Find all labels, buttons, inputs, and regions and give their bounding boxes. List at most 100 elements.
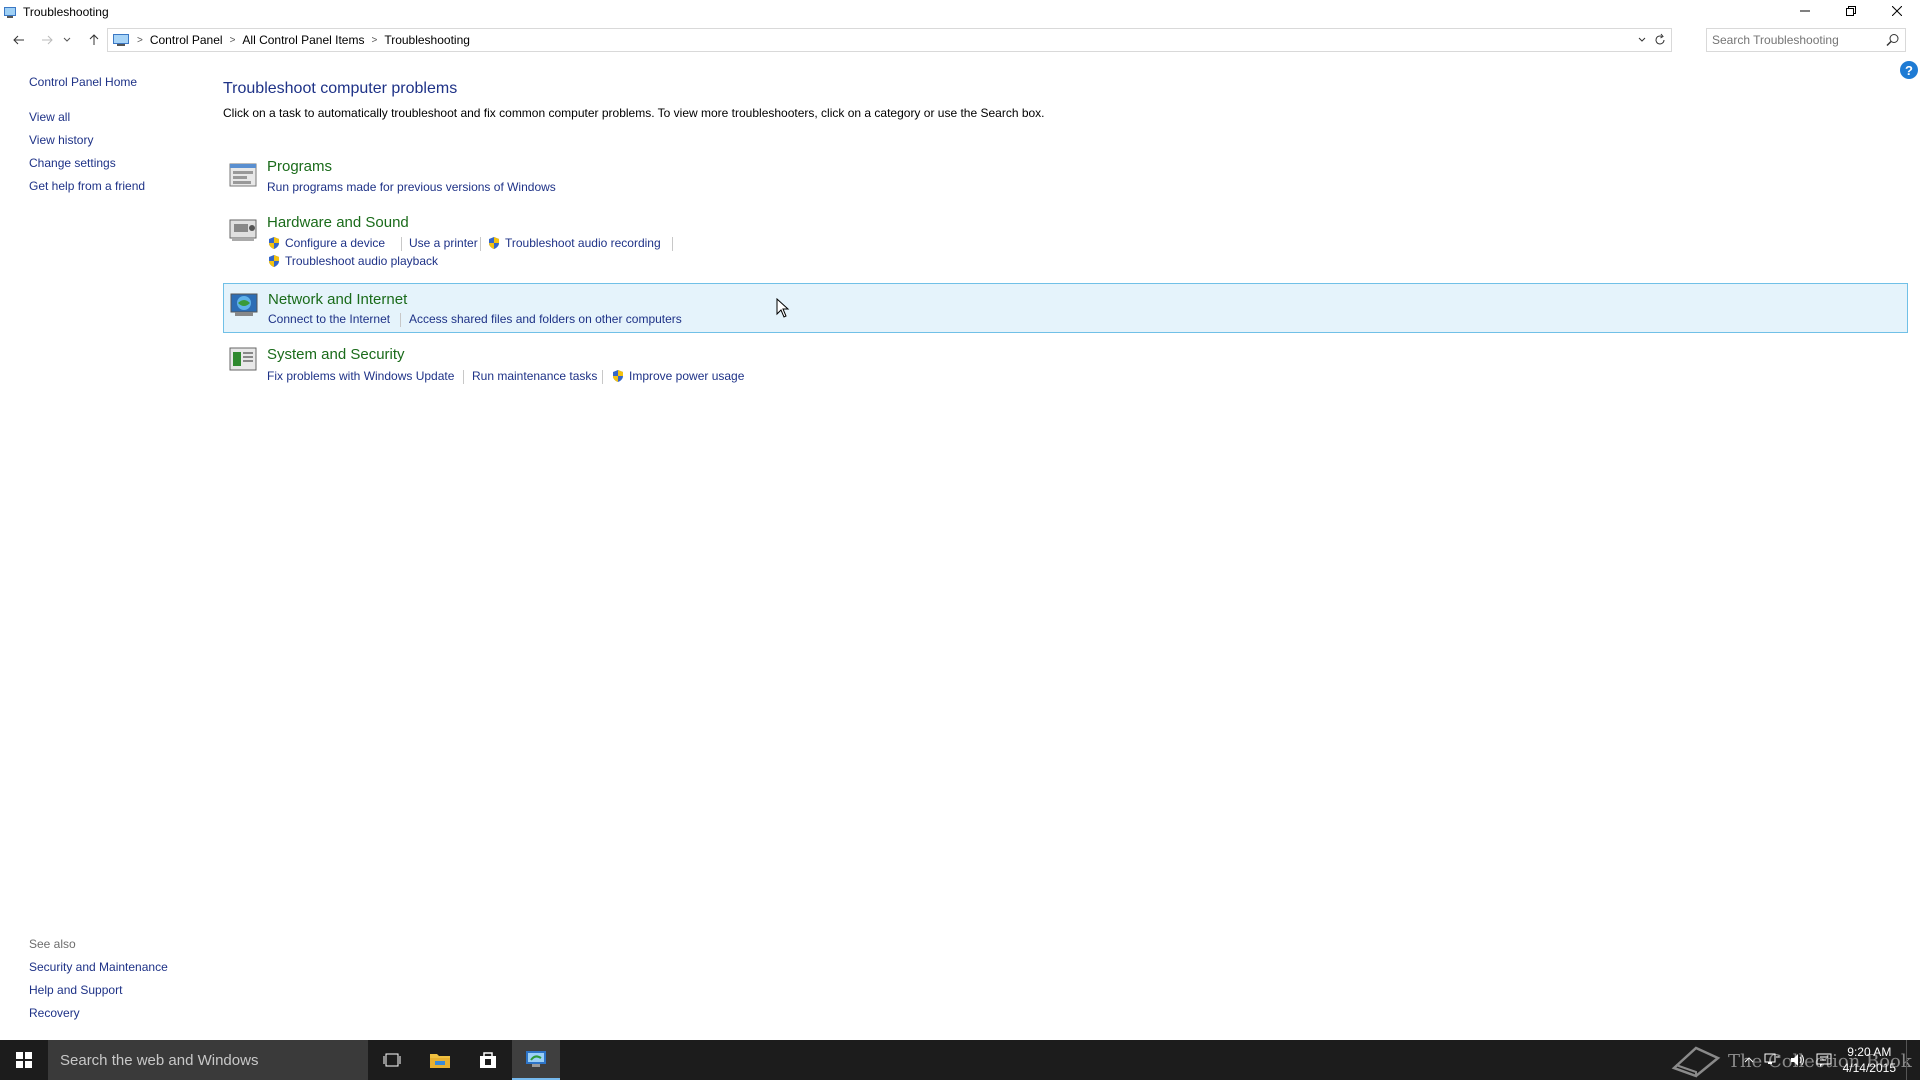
category-system-and-security[interactable]: System and Security Fix problems with Wi… [223, 342, 1908, 392]
close-icon [1892, 6, 1902, 16]
up-button[interactable] [83, 29, 105, 51]
left-pane: Control Panel Home View all View history… [0, 60, 210, 1040]
window-title: Troubleshooting [23, 4, 109, 19]
view-all-link[interactable]: View all [29, 110, 70, 124]
category-title[interactable]: Hardware and Sound [267, 214, 409, 231]
task-link[interactable]: Troubleshoot audio playback [267, 254, 438, 268]
windows-logo-icon [16, 1052, 32, 1068]
up-arrow-icon [89, 34, 99, 45]
minimize-icon [1800, 10, 1810, 12]
start-button[interactable] [0, 1040, 48, 1080]
forward-button[interactable] [36, 29, 58, 51]
task-link[interactable]: Use a printer [403, 236, 478, 250]
control-panel-icon [526, 1051, 546, 1067]
recovery-link[interactable]: Recovery [29, 1006, 80, 1020]
mouse-cursor-icon [776, 298, 790, 318]
task-link[interactable]: Run maintenance tasks [472, 369, 597, 383]
divider [400, 313, 401, 327]
breadcrumb-control-panel[interactable]: Control Panel [150, 33, 223, 47]
security-and-maintenance-link[interactable]: Security and Maintenance [29, 960, 168, 974]
breadcrumb-separator: > [371, 34, 378, 46]
network-and-internet-icon [230, 293, 258, 316]
file-explorer-button[interactable] [416, 1040, 464, 1080]
task-label[interactable]: Troubleshoot audio playback [285, 254, 438, 268]
control-panel-home-link[interactable]: Control Panel Home [29, 75, 137, 89]
category-title[interactable]: Network and Internet [268, 291, 407, 308]
category-programs[interactable]: Programs Run programs made for previous … [223, 154, 1908, 200]
uac-shield-icon [613, 370, 623, 382]
category-title[interactable]: System and Security [267, 346, 405, 363]
breadcrumb-troubleshooting[interactable]: Troubleshooting [384, 33, 470, 47]
help-icon[interactable]: ? [1900, 61, 1918, 79]
close-button[interactable] [1874, 0, 1920, 22]
view-history-link[interactable]: View history [29, 133, 93, 147]
refresh-icon[interactable] [1653, 32, 1667, 48]
search-input[interactable] [1712, 33, 1882, 47]
navigation-bar: > Control Panel > All Control Panel Item… [0, 28, 1920, 52]
breadcrumb-separator: > [229, 34, 236, 46]
task-view-button[interactable] [368, 1040, 416, 1080]
store-button[interactable] [464, 1040, 512, 1080]
divider [602, 370, 603, 384]
category-network-and-internet[interactable]: Network and Internet Connect to the Inte… [223, 283, 1908, 333]
restore-button[interactable] [1828, 0, 1874, 22]
recent-locations-button[interactable] [60, 29, 74, 51]
task-label[interactable]: Troubleshoot audio recording [505, 236, 661, 250]
book-icon [1671, 1046, 1721, 1078]
task-label[interactable]: Improve power usage [629, 369, 744, 383]
search-box[interactable] [1706, 28, 1906, 52]
control-panel-icon [4, 6, 16, 18]
divider [672, 237, 673, 251]
change-settings-link[interactable]: Change settings [29, 156, 116, 170]
page-description: Click on a task to automatically trouble… [223, 106, 1045, 120]
breadcrumb-separator: > [137, 34, 143, 46]
search-icon[interactable] [1886, 33, 1900, 47]
show-desktop-button[interactable] [1906, 1040, 1912, 1080]
taskbar-search-placeholder: Search the web and Windows [60, 1051, 259, 1069]
control-panel-taskbar-button[interactable] [512, 1040, 560, 1080]
task-link[interactable]: Connect to the Internet [268, 312, 390, 326]
folder-icon [430, 1054, 450, 1068]
task-view-icon [383, 1053, 401, 1067]
task-link[interactable]: Access shared files and folders on other… [409, 312, 682, 326]
back-arrow-icon [13, 35, 24, 45]
hardware-and-sound-icon [229, 219, 257, 241]
help-and-support-link[interactable]: Help and Support [29, 983, 122, 997]
restore-icon [1846, 6, 1856, 16]
task-link[interactable]: Troubleshoot audio recording [487, 236, 661, 250]
task-label[interactable]: Use a printer [409, 236, 478, 250]
clock-date: 4/14/2015 [1842, 1061, 1896, 1075]
category-hardware-and-sound[interactable]: Hardware and Sound Configure a device Us… [223, 208, 1908, 276]
task-link[interactable]: Run programs made for previous versions … [267, 180, 556, 194]
address-dropdown-icon[interactable] [1637, 33, 1647, 47]
address-bar[interactable]: > Control Panel > All Control Panel Item… [107, 28, 1672, 52]
task-link[interactable]: Fix problems with Windows Update [267, 369, 454, 383]
minimize-button[interactable] [1782, 0, 1828, 22]
taskbar-search-box[interactable]: Search the web and Windows [48, 1040, 368, 1080]
volume-icon[interactable] [1790, 1053, 1806, 1067]
title-bar: Troubleshooting [0, 0, 1920, 23]
back-button[interactable] [8, 29, 30, 51]
system-and-security-icon [229, 347, 257, 371]
chevron-down-icon [63, 37, 71, 42]
divider [401, 237, 402, 251]
page-title: Troubleshoot computer problems [223, 80, 458, 97]
divider [463, 370, 464, 384]
network-icon[interactable] [1764, 1053, 1780, 1067]
get-help-from-friend-link[interactable]: Get help from a friend [29, 179, 145, 193]
category-title[interactable]: Programs [267, 158, 332, 175]
see-also-label: See also [29, 937, 76, 951]
task-link[interactable]: Improve power usage [611, 369, 744, 383]
uac-shield-icon [269, 255, 279, 267]
uac-shield-icon [269, 237, 279, 249]
action-center-icon[interactable] [1816, 1053, 1832, 1067]
control-panel-icon [113, 34, 129, 46]
breadcrumb-all-items[interactable]: All Control Panel Items [242, 33, 364, 47]
forward-arrow-icon [42, 35, 53, 45]
task-link[interactable]: Configure a device [267, 236, 385, 250]
divider [480, 237, 481, 251]
task-label[interactable]: Configure a device [285, 236, 385, 250]
taskbar-clock[interactable]: 9:20 AM 4/14/2015 [1843, 1044, 1896, 1076]
chevron-up-icon[interactable] [1744, 1055, 1754, 1065]
taskbar: Search the web and Windows The Collectio… [0, 1040, 1920, 1080]
